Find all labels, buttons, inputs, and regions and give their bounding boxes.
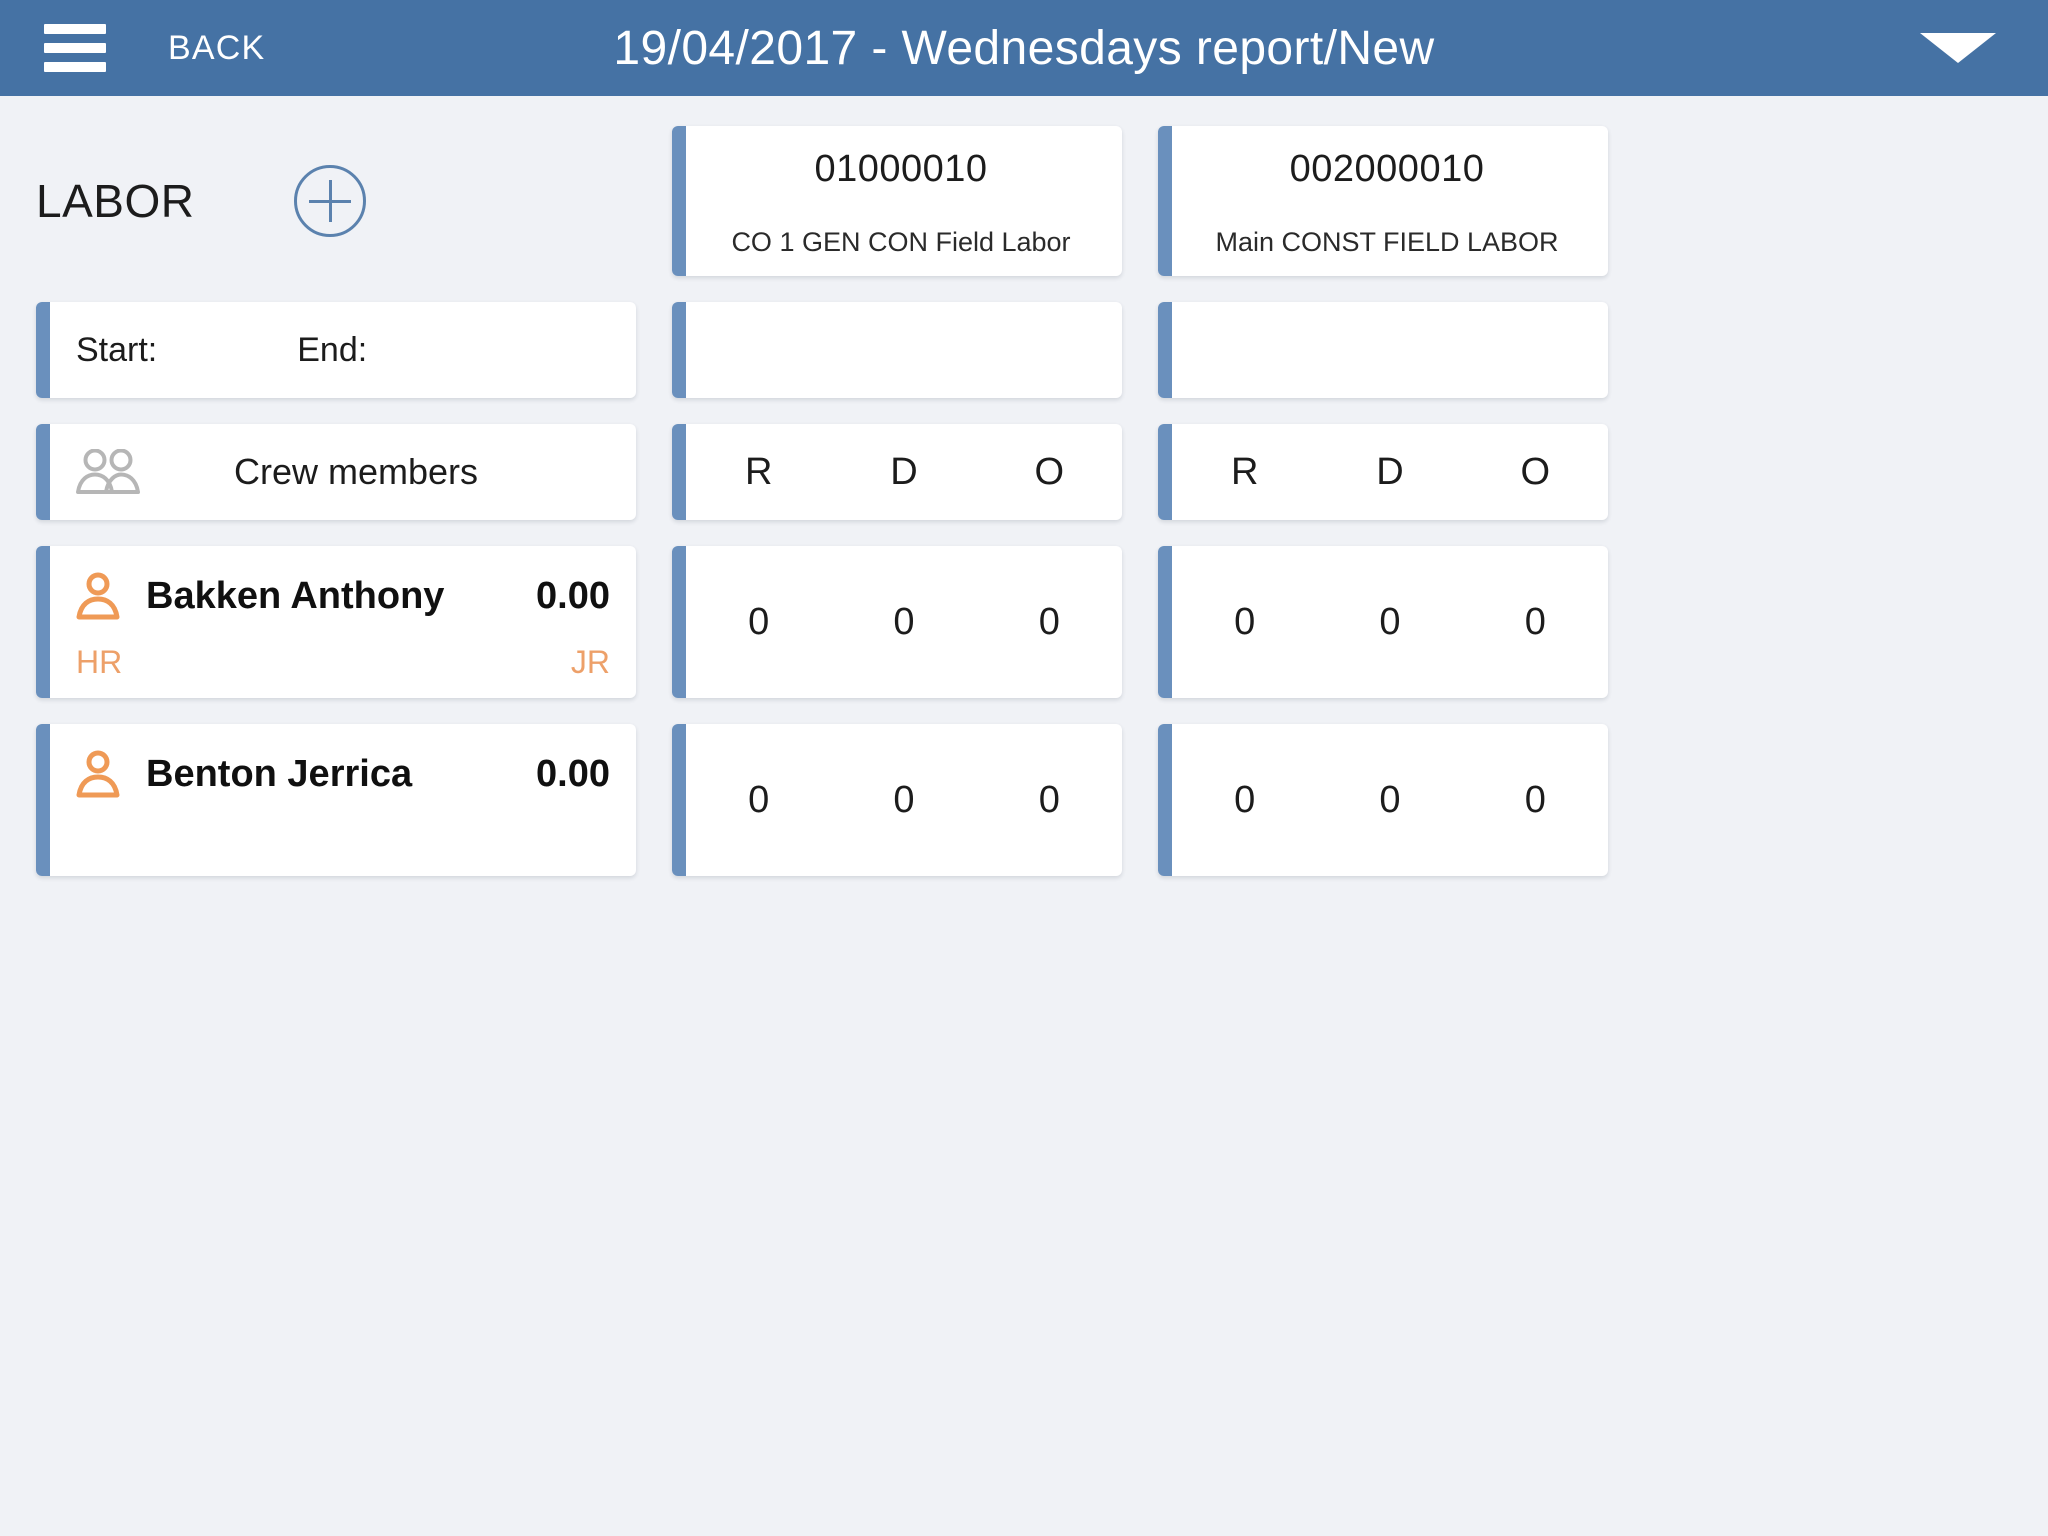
rdo-header-d: D xyxy=(890,450,918,493)
entry-value-d: 0 xyxy=(893,778,915,821)
entry-value-o: 0 xyxy=(1038,778,1060,821)
plus-circle-icon[interactable] xyxy=(294,165,367,237)
crew-members-field[interactable]: Crew members xyxy=(36,424,636,520)
crew-members-row: Crew members R D O R D O xyxy=(0,424,2048,520)
cost-code-header-row: LABOR 01000010 CO 1 GEN CON Field Labor … xyxy=(0,126,2048,276)
worker-row: Bakken Anthony 0.00 HR JR 0 0 0 0 0 0 xyxy=(0,546,2048,698)
cost-code-number: 002000010 xyxy=(1289,148,1485,190)
rdo-header-o: O xyxy=(1520,450,1551,493)
worker-name: Bakken Anthony xyxy=(146,574,445,617)
hamburger-bar-2 xyxy=(44,43,106,53)
worker-entry-card-2[interactable]: 0 0 0 xyxy=(1158,724,1608,876)
cost-code-description: CO 1 GEN CON Field Labor xyxy=(731,227,1071,257)
cost-code-number: 01000010 xyxy=(814,148,988,190)
entry-value-d: 0 xyxy=(1379,600,1401,643)
entry-value-r: 0 xyxy=(1234,600,1256,643)
entry-value-o: 0 xyxy=(1524,600,1546,643)
start-label: Start: xyxy=(76,330,158,369)
worker-sub-line: HR JR xyxy=(76,639,610,685)
worker-row: Benton Jerrica 0.00 0 0 0 0 0 0 xyxy=(0,724,2048,876)
worker-main-line: Benton Jerrica 0.00 xyxy=(76,737,610,811)
worker-main-line: Bakken Anthony 0.00 xyxy=(76,559,610,633)
entry-value-d: 0 xyxy=(1379,778,1401,821)
rdo-header-card-1: R D O xyxy=(672,424,1122,520)
worker-total: 0.00 xyxy=(536,752,610,795)
entry-value-r: 0 xyxy=(748,778,770,821)
person-icon xyxy=(76,750,120,798)
rdo-header-d: D xyxy=(1376,450,1404,493)
time-blank-cell-1[interactable] xyxy=(672,302,1122,398)
end-label: End: xyxy=(297,330,368,369)
entry-value-d: 0 xyxy=(893,600,915,643)
labor-content-area: LABOR 01000010 CO 1 GEN CON Field Labor … xyxy=(0,126,2048,1536)
crew-members-icon xyxy=(76,449,140,494)
rdo-header-r: R xyxy=(744,450,773,493)
cost-code-description: Main CONST FIELD LABOR xyxy=(1215,227,1559,257)
entry-value-r: 0 xyxy=(748,600,770,643)
chevron-down-icon[interactable] xyxy=(1920,33,1996,63)
rdo-header-o: O xyxy=(1034,450,1065,493)
worker-name: Benton Jerrica xyxy=(146,752,413,795)
worker-entry-card-1[interactable]: 0 0 0 xyxy=(672,724,1122,876)
start-end-time-field[interactable]: Start: End: xyxy=(36,302,636,398)
rdo-header-r: R xyxy=(1230,450,1259,493)
back-button[interactable]: BACK xyxy=(168,29,265,68)
hamburger-bar-1 xyxy=(44,24,106,34)
entry-value-r: 0 xyxy=(1234,778,1256,821)
cost-code-card-1[interactable]: 01000010 CO 1 GEN CON Field Labor xyxy=(672,126,1122,276)
worker-entry-card-1[interactable]: 0 0 0 xyxy=(672,546,1122,698)
rdo-header-card-2: R D O xyxy=(1158,424,1608,520)
page-title: 19/04/2017 - Wednesdays report/New xyxy=(613,21,1435,75)
app-header-bar: BACK 19/04/2017 - Wednesdays report/New xyxy=(0,0,2048,96)
worker-sub-right: JR xyxy=(570,643,610,680)
worker-total: 0.00 xyxy=(536,574,610,617)
entry-value-o: 0 xyxy=(1038,600,1060,643)
crew-members-label: Crew members xyxy=(234,451,479,492)
cost-code-card-2[interactable]: 002000010 Main CONST FIELD LABOR xyxy=(1158,126,1608,276)
worker-card[interactable]: Benton Jerrica 0.00 xyxy=(36,724,636,876)
worker-sub-left: HR xyxy=(76,643,123,680)
time-row: Start: End: xyxy=(0,302,2048,398)
time-blank-cell-2[interactable] xyxy=(1158,302,1608,398)
labor-section-header: LABOR xyxy=(36,126,636,276)
person-icon xyxy=(76,572,120,620)
worker-entry-card-2[interactable]: 0 0 0 xyxy=(1158,546,1608,698)
hamburger-menu-icon[interactable] xyxy=(44,24,106,72)
hamburger-bar-3 xyxy=(44,62,106,72)
entry-value-o: 0 xyxy=(1524,778,1546,821)
worker-card[interactable]: Bakken Anthony 0.00 HR JR xyxy=(36,546,636,698)
section-title: LABOR xyxy=(36,175,195,227)
